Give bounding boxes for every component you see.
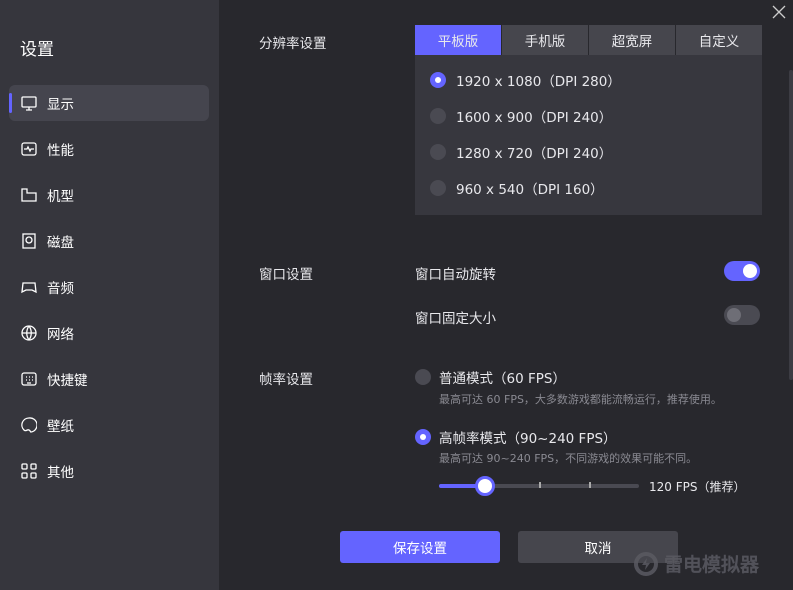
lightning-logo-icon xyxy=(634,551,658,576)
resolution-label: 分辨率设置 xyxy=(259,36,327,52)
tab-phone[interactable]: 手机版 xyxy=(502,25,588,55)
resolution-option-label: 1280 x 720（DPI 240） xyxy=(456,146,613,162)
radio[interactable] xyxy=(415,429,431,445)
resolution-option[interactable]: 1600 x 900（DPI 240） xyxy=(430,106,612,126)
radio[interactable] xyxy=(430,72,446,88)
normal-mode-desc: 最高可达 60 FPS，大多数游戏都能流畅运行，推荐使用。 xyxy=(439,393,722,406)
sidebar-item-display[interactable]: 显示 xyxy=(9,85,209,121)
radio[interactable] xyxy=(430,180,446,196)
radio[interactable] xyxy=(430,144,446,160)
sidebar-title: 设置 xyxy=(20,40,54,60)
tab-ultrawide[interactable]: 超宽屏 xyxy=(589,25,675,55)
sidebar-item-label: 其他 xyxy=(47,465,74,481)
close-icon[interactable] xyxy=(771,4,787,20)
sidebar-item-label: 磁盘 xyxy=(47,235,74,251)
radio[interactable] xyxy=(430,108,446,124)
slider-thumb[interactable] xyxy=(475,476,495,496)
brand-name: 雷电模拟器 xyxy=(664,554,760,576)
sidebar-item-performance[interactable]: 性能 xyxy=(9,131,209,167)
radio[interactable] xyxy=(415,369,431,385)
save-button[interactable]: 保存设置 xyxy=(340,531,500,563)
auto-rotate-toggle[interactable] xyxy=(724,261,760,281)
sidebar-item-label: 快捷键 xyxy=(47,373,88,389)
framerate-label: 帧率设置 xyxy=(259,372,313,388)
resolution-panel: 1920 x 1080（DPI 280） 1600 x 900（DPI 240）… xyxy=(415,55,762,215)
fixed-size-toggle[interactable] xyxy=(724,305,760,325)
sidebar-item-network[interactable]: 网络 xyxy=(9,315,209,351)
sidebar-item-wallpaper[interactable]: 壁纸 xyxy=(9,407,209,443)
grid-icon xyxy=(21,463,37,479)
tab-tablet[interactable]: 平板版 xyxy=(415,25,501,55)
keyboard-icon xyxy=(21,372,37,386)
resolution-tabs: 平板版 手机版 超宽屏 自定义 xyxy=(415,25,762,55)
high-mode-label: 高帧率模式（90~240 FPS） xyxy=(439,431,617,447)
monitor-icon xyxy=(21,96,37,111)
resolution-option-label: 1920 x 1080（DPI 280） xyxy=(456,74,621,90)
brand-logo: 雷电模拟器 xyxy=(634,550,759,577)
normal-mode-option[interactable]: 普通模式（60 FPS） xyxy=(415,367,566,387)
normal-mode-label: 普通模式（60 FPS） xyxy=(439,371,566,387)
performance-icon xyxy=(21,142,37,156)
sidebar-item-shortcuts[interactable]: 快捷键 xyxy=(9,361,209,397)
sidebar-item-disk[interactable]: 磁盘 xyxy=(9,223,209,259)
window-label: 窗口设置 xyxy=(259,267,313,283)
sidebar-item-audio[interactable]: 音频 xyxy=(9,269,209,305)
resolution-option-label: 960 x 540（DPI 160） xyxy=(456,182,604,198)
resolution-option-label: 1600 x 900（DPI 240） xyxy=(456,110,613,126)
globe-icon xyxy=(21,325,37,341)
disk-icon xyxy=(22,233,36,249)
high-mode-option[interactable]: 高帧率模式（90~240 FPS） xyxy=(415,427,617,447)
scrollbar[interactable] xyxy=(789,70,793,380)
high-mode-desc: 最高可达 90~240 FPS，不同游戏的效果可能不同。 xyxy=(439,452,698,465)
fps-slider[interactable] xyxy=(439,476,639,496)
fixed-size-label: 窗口固定大小 xyxy=(415,311,496,327)
device-icon xyxy=(21,188,37,202)
sidebar: 设置 显示 性能 机型 磁盘 音频 网络 快捷键 壁纸 其他 xyxy=(0,0,219,590)
palette-icon xyxy=(21,417,37,433)
sidebar-item-label: 音频 xyxy=(47,281,74,297)
resolution-option[interactable]: 960 x 540（DPI 160） xyxy=(430,178,604,198)
sidebar-item-label: 网络 xyxy=(47,327,74,343)
sidebar-item-label: 机型 xyxy=(47,189,74,205)
sidebar-item-device[interactable]: 机型 xyxy=(9,177,209,213)
tab-custom[interactable]: 自定义 xyxy=(676,25,762,55)
resolution-option[interactable]: 1280 x 720（DPI 240） xyxy=(430,142,612,162)
sidebar-item-label: 性能 xyxy=(47,143,74,159)
sidebar-item-label: 壁纸 xyxy=(47,419,74,435)
fps-value: 120 FPS（推荐） xyxy=(649,480,746,494)
gamepad-icon xyxy=(21,282,37,294)
auto-rotate-label: 窗口自动旋转 xyxy=(415,267,496,283)
sidebar-item-other[interactable]: 其他 xyxy=(9,453,209,489)
resolution-option[interactable]: 1920 x 1080（DPI 280） xyxy=(430,70,621,90)
sidebar-item-label: 显示 xyxy=(47,97,74,113)
